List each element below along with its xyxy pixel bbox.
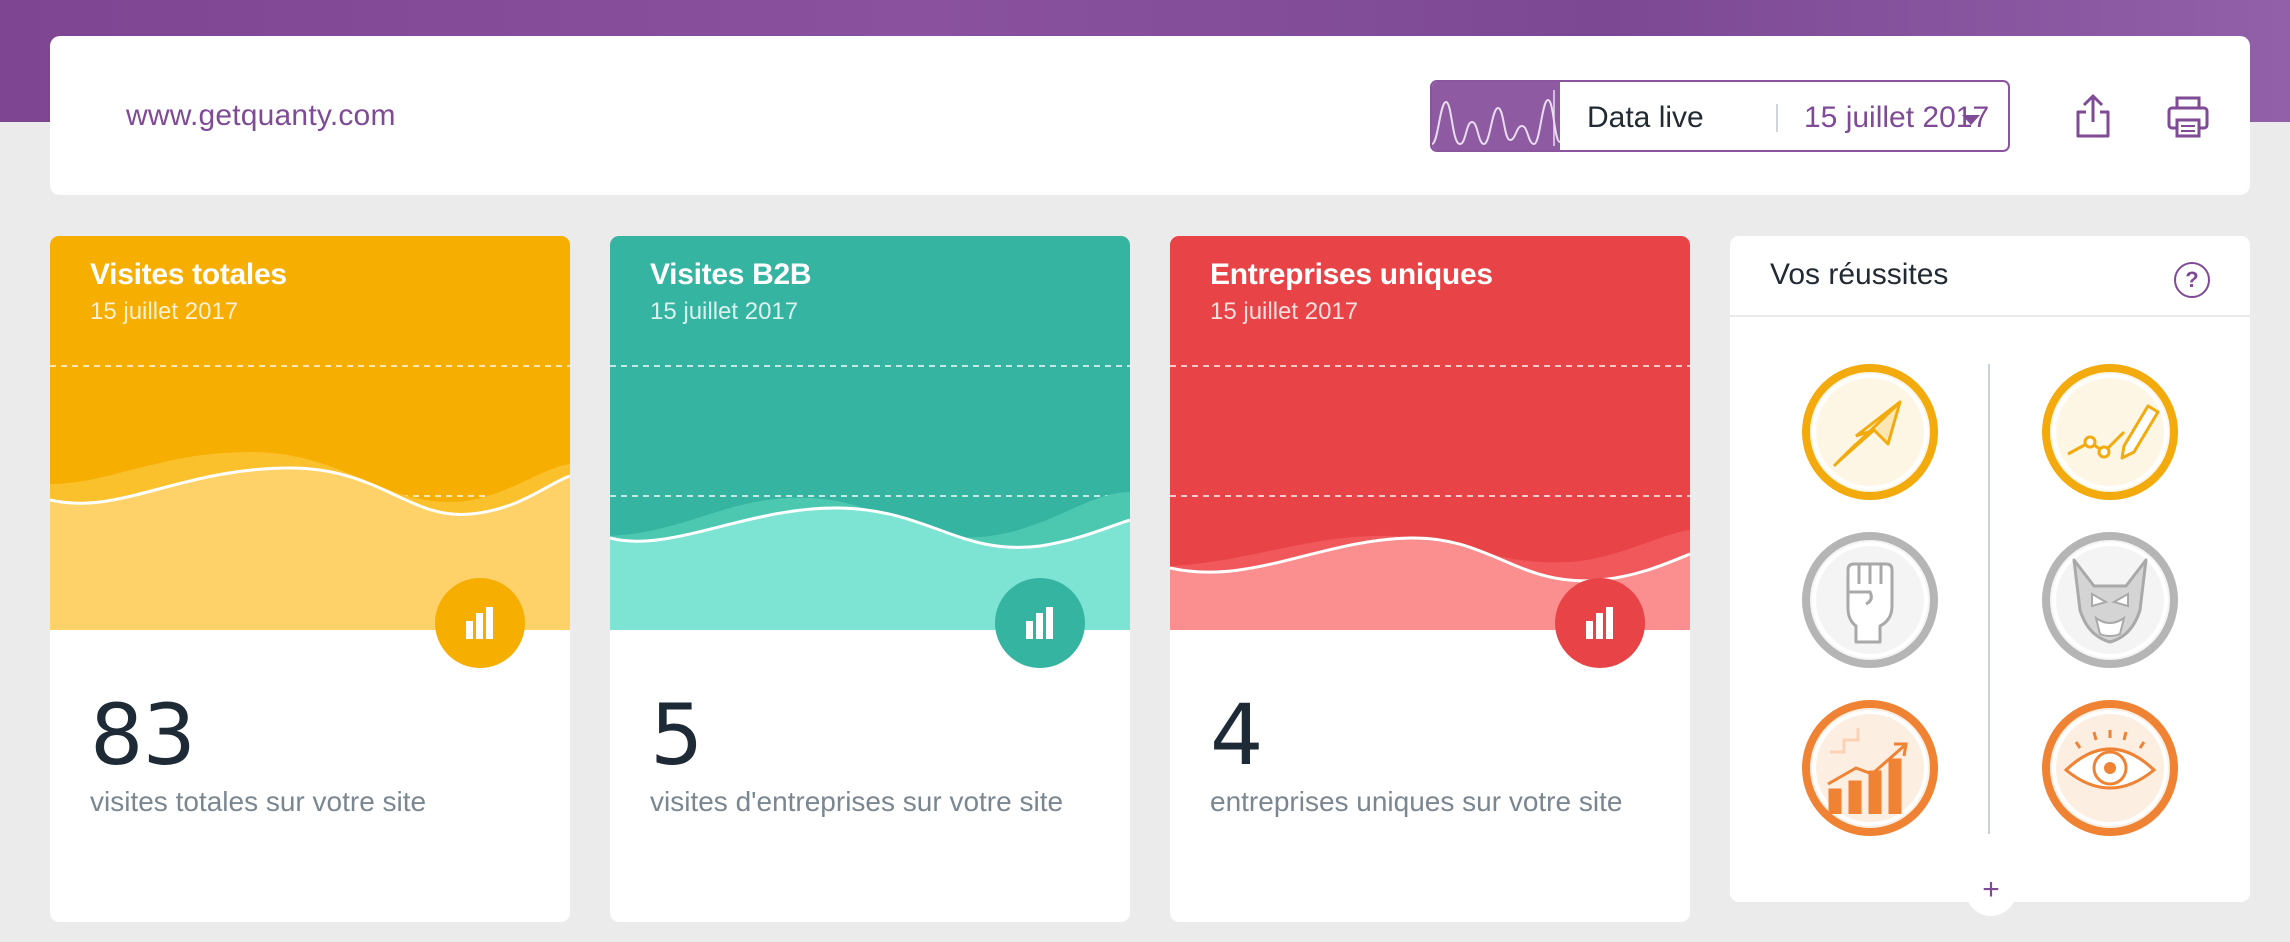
stat-card-unique-companies: Entreprises uniques 15 juillet 2017 4 en… [1170,236,1690,922]
card-description: entreprises uniques sur votre site [1210,786,1623,817]
card-title: Visites B2B [650,258,812,291]
card-title: Entreprises uniques [1210,258,1493,291]
card-wave-chart: Entreprises uniques 15 juillet 2017 [1170,236,1690,630]
card-date: 15 juillet 2017 [1210,298,1359,325]
growth-chart-badge-icon[interactable] [1800,698,1940,838]
card-description: visites totales sur votre site [90,786,427,817]
achievements-title: Vos réussites [1770,258,1949,291]
card-wave-chart: Visites B2B 15 juillet 2017 [610,236,1130,630]
stat-card-b2b-visits: Visites B2B 15 juillet 2017 5 visites d'… [610,236,1130,922]
card-wave-chart: Visites totales 15 juillet 2017 [50,236,570,630]
card-value: 83 [90,686,196,784]
card-value: 5 [650,686,703,784]
show-more-button[interactable]: + [1966,866,2016,916]
date-selector[interactable]: Data live 15 juillet 2017 [1430,80,2010,152]
card-value: 4 [1210,686,1263,784]
divider [1776,104,1778,132]
bar-chart-button[interactable] [995,578,1085,668]
share-icon[interactable] [2070,92,2116,140]
eye-badge-icon[interactable] [2040,698,2180,838]
bar-chart-icon [466,607,493,639]
print-icon[interactable] [2165,92,2211,140]
achievements-panel: Vos réussites ? + [1730,236,2250,916]
fist-badge-icon[interactable] [1800,530,1940,670]
card-date: 15 juillet 2017 [650,298,799,325]
bar-chart-icon [1026,607,1053,639]
paper-plane-badge-icon[interactable] [1800,362,1940,502]
header-bar: www.getquanty.com Data live 15 juillet 2… [50,36,2250,195]
divider [1730,315,2250,317]
help-icon[interactable]: ? [2174,262,2210,298]
bar-chart-button[interactable] [1555,578,1645,668]
bar-chart-button[interactable] [435,578,525,668]
wolverine-badge-icon[interactable] [2040,530,2180,670]
chevron-down-icon [1962,115,1980,125]
live-sparkline-icon [1432,82,1560,150]
card-date: 15 juillet 2017 [90,298,239,325]
bar-chart-icon [1586,607,1613,639]
card-description: visites d'entreprises sur votre site [650,786,1064,817]
stat-card-total-visits: Visites totales 15 juillet 2017 83 visit… [50,236,570,922]
site-url[interactable]: www.getquanty.com [126,99,396,133]
live-label: Data live [1587,101,1704,134]
divider [1988,364,1990,834]
pencil-chart-badge-icon[interactable] [2040,362,2180,502]
card-title: Visites totales [90,258,287,291]
